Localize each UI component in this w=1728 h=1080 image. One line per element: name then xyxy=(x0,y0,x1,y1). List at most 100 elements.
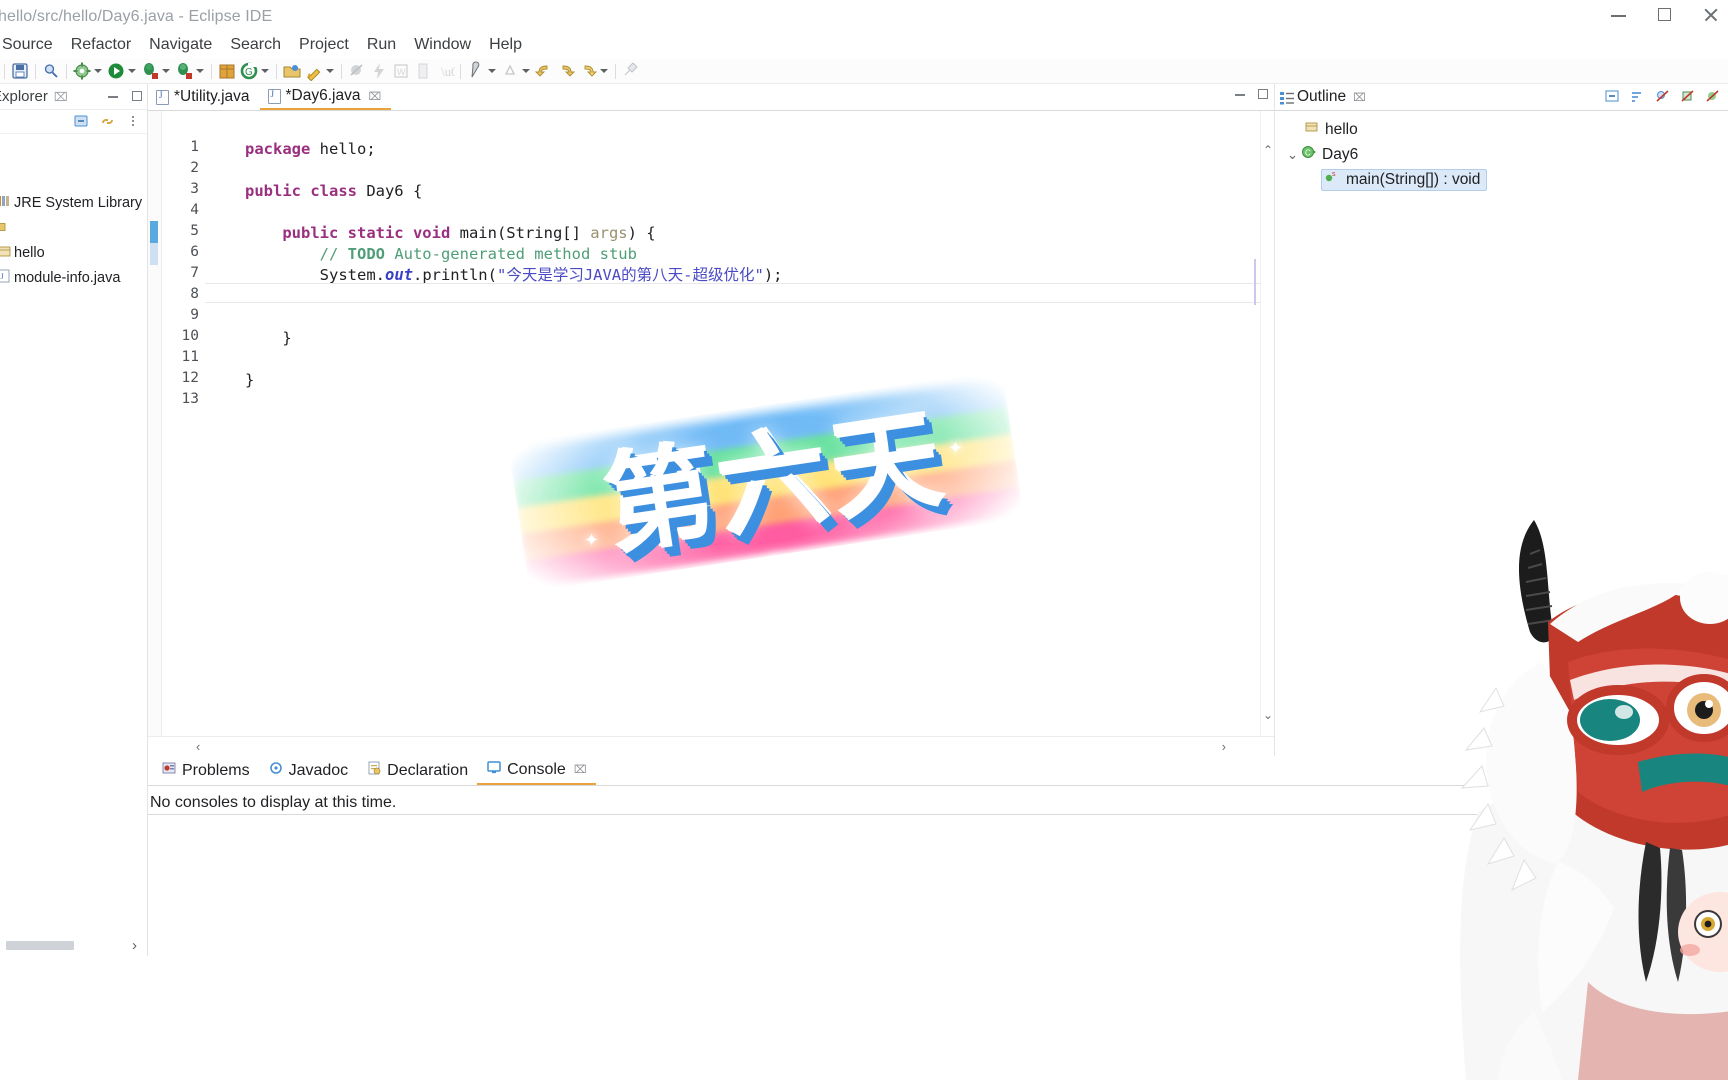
external-tools-dropdown-arrow[interactable] xyxy=(487,61,497,81)
explorer-close-icon[interactable]: ⌧ xyxy=(54,90,68,104)
maximize-button[interactable] xyxy=(1656,6,1674,24)
bottom-tab-bar: Problems Javadoc Declaration Console ⌧ xyxy=(148,756,1728,786)
open-type-dropdown-arrow[interactable] xyxy=(260,61,270,81)
skip-breakpoints-icon[interactable] xyxy=(347,61,367,81)
collapse-all-icon[interactable] xyxy=(74,114,89,129)
explorer-tab-label[interactable]: Explorer xyxy=(0,88,48,105)
editor-tab-label: *Day6.java xyxy=(285,87,361,104)
tree-item-module-info[interactable]: J module-info.java xyxy=(0,265,147,290)
main-toolbar: G W \u00b6 xyxy=(0,59,1728,84)
outline-item-main-method[interactable]: s main(String[]) : void xyxy=(1275,167,1728,192)
show-whitespace-icon[interactable]: \u00b6 xyxy=(435,61,478,81)
toggle-mark-occurrences-icon[interactable]: W xyxy=(391,61,411,81)
line-number: 3 xyxy=(190,181,199,197)
tab-javadoc[interactable]: Javadoc xyxy=(259,757,358,785)
explorer-horizontal-scrollbar[interactable] xyxy=(6,941,74,950)
scroll-down-icon[interactable]: ⌄ xyxy=(1263,708,1273,722)
menu-navigate[interactable]: Navigate xyxy=(140,34,221,56)
outline-selected-item[interactable]: s main(String[]) : void xyxy=(1321,168,1488,191)
debug-icon[interactable] xyxy=(140,61,160,81)
view-menu-icon[interactable] xyxy=(126,114,141,129)
new-task-icon[interactable] xyxy=(304,61,324,82)
lightning-icon[interactable] xyxy=(369,61,389,81)
scroll-up-icon[interactable]: ⌃ xyxy=(1263,143,1273,157)
menu-search[interactable]: Search xyxy=(221,34,290,56)
sort-icon[interactable] xyxy=(1630,89,1645,104)
svg-text:G: G xyxy=(245,67,253,78)
bottom-tab-label: Console xyxy=(507,760,566,778)
coverage-icon[interactable] xyxy=(174,61,194,81)
coverage-dropdown-arrow[interactable] xyxy=(195,61,205,81)
previous-annotation-icon[interactable] xyxy=(500,61,520,81)
external-tools-icon[interactable] xyxy=(466,61,486,81)
scroll-right-icon[interactable]: › xyxy=(1222,739,1226,754)
editor-tab-utility[interactable]: *Utility.java xyxy=(148,84,260,110)
line-number: 12 xyxy=(181,370,199,386)
tree-item-src[interactable] xyxy=(0,215,147,240)
menu-help[interactable]: Help xyxy=(480,34,531,56)
outline-tab-label[interactable]: Outline xyxy=(1297,88,1346,106)
toggle-block-selection-icon[interactable] xyxy=(413,61,433,81)
editor-vertical-scrollbar[interactable]: ⌃ ⌄ xyxy=(1260,111,1274,756)
forward-history-icon[interactable] xyxy=(578,61,598,81)
menu-window[interactable]: Window xyxy=(405,34,480,56)
hide-fields-icon[interactable] xyxy=(1655,89,1670,104)
code-line-12: } xyxy=(245,371,255,389)
annotation-ruler[interactable] xyxy=(148,111,162,756)
editor-tab-close-icon[interactable]: ⌧ xyxy=(368,90,381,103)
link-with-editor-icon[interactable] xyxy=(100,114,115,129)
tree-item-jre-library[interactable]: JRE System Library [J xyxy=(0,190,147,215)
new-task-dropdown-arrow[interactable] xyxy=(325,61,335,81)
minimize-button[interactable] xyxy=(1610,6,1628,24)
build-icon[interactable] xyxy=(72,61,92,81)
tab-problems[interactable]: Problems xyxy=(152,757,259,785)
menu-project[interactable]: Project xyxy=(290,34,358,56)
scroll-left-icon[interactable]: ‹ xyxy=(196,739,200,754)
quick-fix-icon[interactable] xyxy=(150,221,160,231)
tab-console[interactable]: Console ⌧ xyxy=(477,757,596,785)
explorer-scroll-right-icon[interactable]: › xyxy=(132,937,137,954)
explorer-minimize-icon[interactable] xyxy=(108,90,119,101)
explorer-tab-bar: Explorer ⌧ xyxy=(0,84,147,110)
outline-item-hello[interactable]: hello xyxy=(1275,117,1728,142)
history-dropdown-arrow[interactable] xyxy=(599,61,609,81)
editor-horizontal-scrollbar[interactable]: ‹ › xyxy=(148,736,1274,756)
editor-tab-day6[interactable]: *Day6.java ⌧ xyxy=(259,84,392,110)
chevron-down-icon[interactable]: ⌄ xyxy=(1287,147,1299,163)
save-icon[interactable] xyxy=(10,61,30,81)
explorer-view-controls xyxy=(108,90,142,101)
outline-item-day6[interactable]: ⌄ C Day6 xyxy=(1275,142,1728,167)
tree-item-hello-package[interactable]: hello xyxy=(0,240,147,265)
back-icon[interactable] xyxy=(534,61,554,81)
editor-minimize-icon[interactable] xyxy=(1235,88,1246,99)
code-text-area[interactable]: package hello; public class Day6 { publi… xyxy=(205,111,1274,756)
debug-dropdown-arrow[interactable] xyxy=(161,61,171,81)
forward-icon[interactable] xyxy=(556,61,576,81)
outline-label: hello xyxy=(1325,120,1358,138)
outline-view-icon xyxy=(1279,90,1295,111)
hide-static-icon[interactable] xyxy=(1680,89,1695,104)
menu-source[interactable]: Source xyxy=(0,34,62,56)
explorer-maximize-icon[interactable] xyxy=(132,91,142,101)
new-java-project-icon[interactable] xyxy=(217,61,237,81)
previous-annotation-dropdown-arrow[interactable] xyxy=(521,61,531,81)
open-type-icon[interactable]: G xyxy=(239,61,259,81)
console-tab-close-icon[interactable]: ⌧ xyxy=(574,763,587,776)
menu-refactor[interactable]: Refactor xyxy=(62,34,140,56)
pin-editor-icon[interactable] xyxy=(621,61,641,81)
close-button[interactable] xyxy=(1702,6,1720,24)
run-dropdown-arrow[interactable] xyxy=(127,61,137,81)
search-icon[interactable] xyxy=(41,61,61,81)
src-folder-icon xyxy=(0,218,6,238)
run-icon[interactable] xyxy=(106,61,126,81)
outline-close-icon[interactable]: ⌧ xyxy=(1353,91,1366,104)
build-dropdown-arrow[interactable] xyxy=(93,61,103,81)
open-task-icon[interactable] xyxy=(282,61,302,81)
menu-run[interactable]: Run xyxy=(358,34,405,56)
change-marker xyxy=(150,243,158,265)
hide-nonpublic-icon[interactable] xyxy=(1705,89,1720,104)
line-number: 7 xyxy=(190,265,199,281)
editor-maximize-icon[interactable] xyxy=(1258,89,1268,99)
collapse-all-icon[interactable] xyxy=(1605,89,1620,104)
tab-declaration[interactable]: Declaration xyxy=(357,757,477,785)
